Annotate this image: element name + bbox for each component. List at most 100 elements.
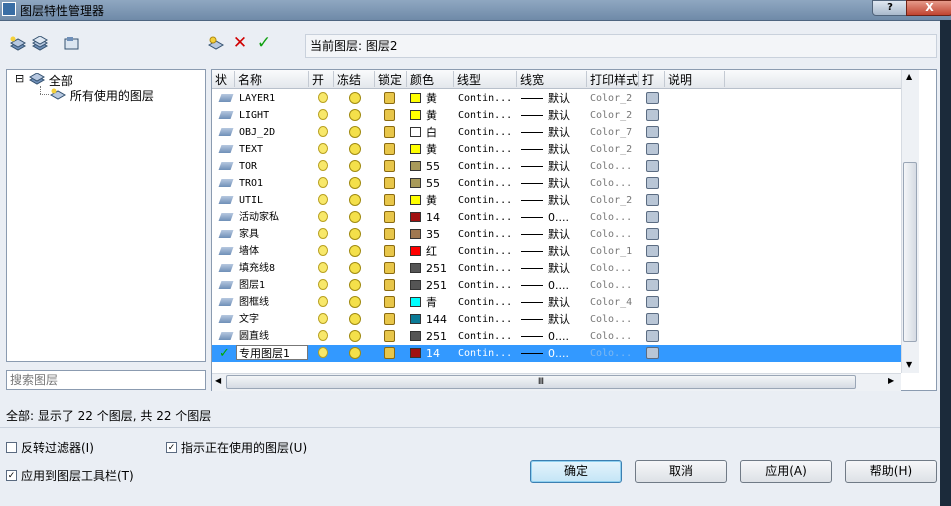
color-name[interactable]: 黄 xyxy=(426,108,437,123)
close-button[interactable]: X xyxy=(906,0,951,16)
light-bulb-icon[interactable] xyxy=(318,177,328,188)
new-group-filter-icon[interactable] xyxy=(30,35,50,54)
color-swatch[interactable] xyxy=(410,127,421,137)
new-layer-icon[interactable] xyxy=(206,35,226,53)
linetype[interactable]: Contin... xyxy=(458,329,512,344)
color-name[interactable]: 黄 xyxy=(426,142,437,157)
color-swatch[interactable] xyxy=(410,212,421,222)
color-name[interactable]: 白 xyxy=(426,125,437,140)
layer-row[interactable]: ✓ 专用图层1 14 Contin... 0.... Colo... xyxy=(212,345,912,362)
column-header[interactable]: 打印样式 xyxy=(587,71,639,87)
freeze-sun-icon[interactable] xyxy=(349,126,361,138)
light-bulb-icon[interactable] xyxy=(318,262,328,273)
layer-status-icon[interactable] xyxy=(218,196,234,204)
set-current-icon[interactable]: ✓ xyxy=(254,34,274,52)
color-name[interactable]: 55 xyxy=(426,176,440,191)
layer-status-icon[interactable] xyxy=(218,230,234,238)
printer-icon[interactable] xyxy=(646,262,659,274)
layer-status-icon[interactable] xyxy=(218,179,234,187)
layer-name[interactable]: TOR xyxy=(239,159,257,174)
linetype[interactable]: Contin... xyxy=(458,210,512,225)
unlock-icon[interactable] xyxy=(384,313,395,325)
light-bulb-icon[interactable] xyxy=(318,109,328,120)
layer-status-icon[interactable] xyxy=(218,94,234,102)
lineweight[interactable]: 默认 xyxy=(548,295,570,310)
lineweight[interactable]: 默认 xyxy=(548,91,570,106)
unlock-icon[interactable] xyxy=(384,279,395,291)
color-swatch[interactable] xyxy=(410,246,421,256)
light-bulb-icon[interactable] xyxy=(318,194,328,205)
linetype[interactable]: Contin... xyxy=(458,193,512,208)
column-header[interactable]: 线型 xyxy=(454,71,517,87)
layer-name[interactable]: 填充线8 xyxy=(239,261,275,276)
color-name[interactable]: 251 xyxy=(426,278,447,293)
color-swatch[interactable] xyxy=(410,314,421,324)
light-bulb-icon[interactable] xyxy=(318,296,328,307)
vertical-scrollbar[interactable]: ▲ ▼ xyxy=(901,70,919,373)
printer-icon[interactable] xyxy=(646,245,659,257)
layer-row[interactable]: 活动家私 14 Contin... 0.... Colo... xyxy=(212,209,912,226)
layer-row[interactable]: TEXT 黄 Contin... 默认 Color_2 xyxy=(212,141,912,158)
plot-style[interactable]: Colo... xyxy=(590,210,632,225)
delete-layer-icon[interactable]: ✕ xyxy=(230,34,250,52)
printer-icon[interactable] xyxy=(646,143,659,155)
freeze-sun-icon[interactable] xyxy=(349,262,361,274)
scroll-down-icon[interactable]: ▼ xyxy=(906,360,912,369)
layer-row[interactable]: 图层1 251 Contin... 0.... Colo... xyxy=(212,277,912,294)
linetype[interactable]: Contin... xyxy=(458,346,512,361)
plot-style[interactable]: Colo... xyxy=(590,227,632,242)
color-name[interactable]: 红 xyxy=(426,244,437,259)
column-header[interactable]: 打 xyxy=(639,71,665,87)
tree-node-used-layers[interactable]: 所有使用的图层 xyxy=(49,87,154,104)
light-bulb-icon[interactable] xyxy=(318,245,328,256)
printer-icon[interactable] xyxy=(646,211,659,223)
freeze-sun-icon[interactable] xyxy=(349,228,361,240)
new-filter-icon[interactable] xyxy=(8,36,28,54)
unlock-icon[interactable] xyxy=(384,194,395,206)
scroll-left-icon[interactable]: ◀ xyxy=(215,376,221,385)
help-button[interactable]: 帮助(H) xyxy=(845,460,937,483)
linetype[interactable]: Contin... xyxy=(458,125,512,140)
layer-states-icon[interactable] xyxy=(62,36,82,54)
layer-row[interactable]: 圆直线 251 Contin... 0.... Colo... xyxy=(212,328,912,345)
indicate-in-use-box[interactable]: ✓ xyxy=(166,442,177,453)
color-name[interactable]: 14 xyxy=(426,210,440,225)
layer-name[interactable]: 墙体 xyxy=(239,244,259,259)
linetype[interactable]: Contin... xyxy=(458,108,512,123)
color-swatch[interactable] xyxy=(410,144,421,154)
layer-row[interactable]: 图框线 青 Contin... 默认 Color_4 xyxy=(212,294,912,311)
printer-icon[interactable] xyxy=(646,177,659,189)
layer-name[interactable]: 活动家私 xyxy=(239,210,279,225)
unlock-icon[interactable] xyxy=(384,296,395,308)
unlock-icon[interactable] xyxy=(384,262,395,274)
lineweight[interactable]: 默认 xyxy=(548,261,570,276)
plot-style[interactable]: Color_7 xyxy=(590,125,632,140)
unlock-icon[interactable] xyxy=(384,92,395,104)
column-header[interactable]: 线宽 xyxy=(517,71,587,87)
color-swatch[interactable] xyxy=(410,93,421,103)
column-header[interactable]: 说明 xyxy=(665,71,725,87)
light-bulb-icon[interactable] xyxy=(318,347,328,358)
plot-style[interactable]: Colo... xyxy=(590,261,632,276)
indicate-in-use-checkbox[interactable]: ✓ 指示正在使用的图层(U) xyxy=(166,439,307,456)
layer-status-icon[interactable] xyxy=(218,332,234,340)
light-bulb-icon[interactable] xyxy=(318,92,328,103)
layer-row[interactable]: LAYER1 黄 Contin... 默认 Color_2 xyxy=(212,90,912,107)
scroll-right-icon[interactable]: ▶ xyxy=(888,376,894,385)
lineweight[interactable]: 默认 xyxy=(548,125,570,140)
layer-row[interactable]: 家具 35 Contin... 默认 Colo... xyxy=(212,226,912,243)
lineweight[interactable]: 0.... xyxy=(548,346,569,361)
layer-status-icon[interactable] xyxy=(218,111,234,119)
unlock-icon[interactable] xyxy=(384,160,395,172)
color-name[interactable]: 55 xyxy=(426,159,440,174)
linetype[interactable]: Contin... xyxy=(458,261,512,276)
light-bulb-icon[interactable] xyxy=(318,160,328,171)
plot-style[interactable]: Color_2 xyxy=(590,142,632,157)
plot-style[interactable]: Color_4 xyxy=(590,295,632,310)
linetype[interactable]: Contin... xyxy=(458,159,512,174)
layer-status-icon[interactable] xyxy=(218,281,234,289)
freeze-sun-icon[interactable] xyxy=(349,160,361,172)
light-bulb-icon[interactable] xyxy=(318,330,328,341)
color-name[interactable]: 黄 xyxy=(426,193,437,208)
layer-status-icon[interactable] xyxy=(218,145,234,153)
